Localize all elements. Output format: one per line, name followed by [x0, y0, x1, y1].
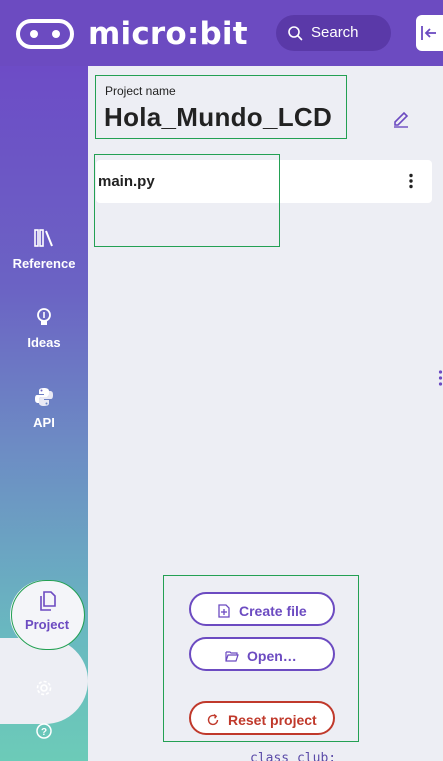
gear-icon [36, 680, 52, 696]
search-button[interactable]: Search [276, 15, 391, 51]
sidebar-item-label: Ideas [27, 335, 61, 350]
highlight-box-project-name [95, 75, 347, 139]
search-label: Search [311, 24, 359, 41]
edit-pencil-icon[interactable] [392, 110, 410, 128]
collapse-left-icon [421, 26, 436, 40]
microbit-logo[interactable]: micro:bit [16, 14, 248, 54]
highlight-box-project-tab [11, 580, 85, 650]
help-icon: ? [36, 723, 52, 739]
lightbulb-icon [37, 308, 51, 325]
sidebar-item-api[interactable]: API [0, 386, 88, 446]
highlight-box-file [94, 154, 280, 247]
collapse-sidebar-button[interactable] [416, 15, 443, 51]
settings-button[interactable] [35, 679, 53, 697]
microbit-logo-icon [16, 19, 74, 49]
highlight-box-actions [163, 575, 359, 742]
resize-handle-icon[interactable] [438, 370, 443, 386]
sidebar-item-reference[interactable]: Reference [0, 227, 88, 287]
svg-text:?: ? [41, 727, 47, 738]
sidebar-item-label: API [33, 415, 55, 430]
header-bar: micro:bit Search [0, 0, 443, 66]
books-icon [34, 229, 53, 247]
logo-text: micro:bit [88, 16, 248, 52]
more-vertical-icon[interactable] [403, 173, 419, 189]
code-editor-peek: class club: [250, 751, 337, 761]
help-button[interactable]: ? [35, 722, 53, 740]
sidebar-item-label: Reference [12, 256, 76, 271]
search-icon [288, 26, 303, 41]
sidebar-item-ideas[interactable]: Ideas [0, 306, 88, 366]
python-icon [35, 388, 53, 406]
sidebar-rail: Reference Ideas API ? [0, 66, 88, 761]
